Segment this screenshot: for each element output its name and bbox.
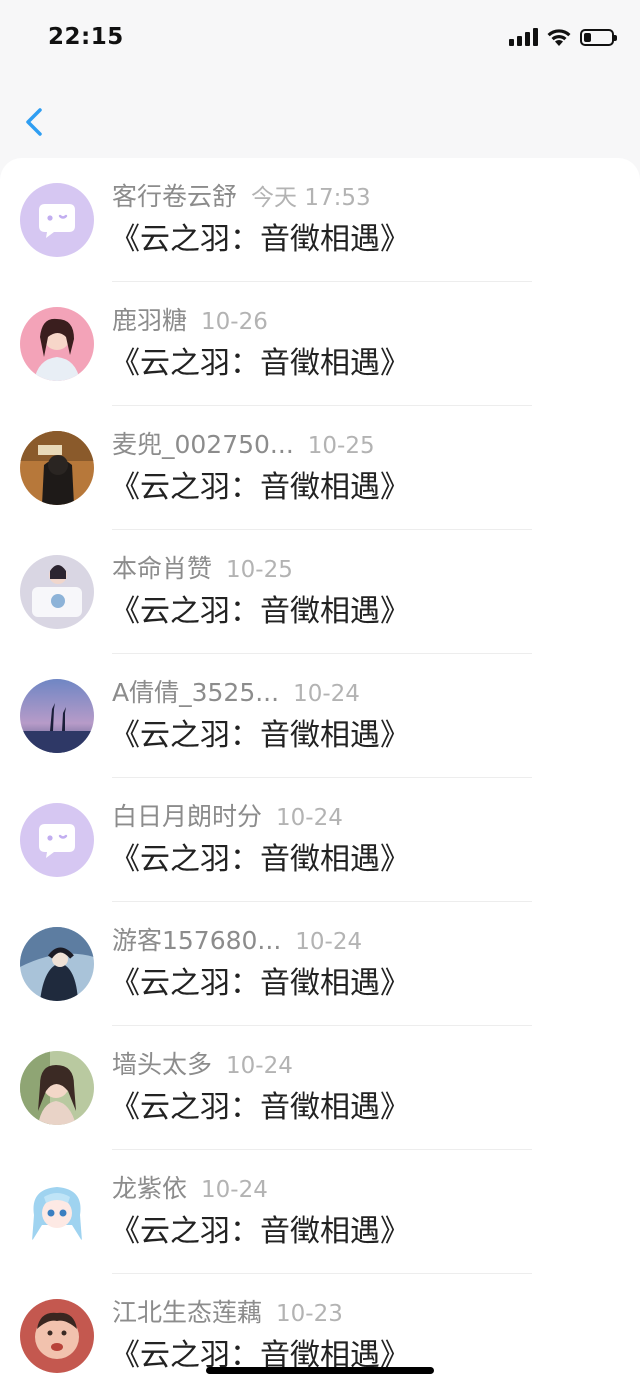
default-chat-avatar-icon — [20, 803, 94, 877]
sender-name: 客行卷云舒 — [112, 182, 238, 211]
user-photo-avatar — [20, 679, 94, 753]
back-button[interactable] — [18, 102, 54, 142]
list-item[interactable]: 游客157680... 10-24 《云之羽：音徵相遇》 — [0, 902, 640, 1026]
message-time: 10-26 — [201, 309, 268, 335]
default-chat-avatar-icon — [20, 183, 94, 257]
sender-name: 龙紫依 — [112, 1174, 188, 1203]
message-time: 10-23 — [276, 1301, 343, 1327]
message-text: 《云之羽：音徵相遇》 — [110, 470, 410, 505]
message-text: 《云之羽：音徵相遇》 — [110, 222, 410, 257]
user-photo-avatar — [20, 927, 94, 1001]
sender-name: 本命肖赞 — [112, 554, 213, 583]
message-list: 客行卷云舒 今天 17:53 《云之羽：音徵相遇》 鹿羽糖 10-26 《云之羽：音… — [0, 158, 640, 1388]
user-photo-avatar — [20, 307, 94, 381]
list-item[interactable]: 龙紫依 10-24 《云之羽：音徵相遇》 — [0, 1150, 640, 1274]
battery-icon — [580, 28, 617, 46]
message-text: 《云之羽：音徵相遇》 — [110, 1090, 410, 1125]
sender-name: 游客157680... — [112, 926, 282, 955]
message-time: 10-24 — [226, 1053, 293, 1079]
sender-name: 白日月朗时分 — [112, 802, 263, 831]
sender-name: 麦兜_002750... — [112, 430, 294, 459]
home-indicator — [206, 1367, 434, 1374]
message-time: 10-24 — [295, 929, 363, 955]
message-text: 《云之羽：音徵相遇》 — [110, 842, 410, 877]
list-item[interactable]: 白日月朗时分 10-24 《云之羽：音徵相遇》 — [0, 778, 640, 902]
message-text: 《云之羽：音徵相遇》 — [110, 594, 410, 629]
user-photo-avatar — [20, 431, 94, 505]
chevron-left-icon — [26, 108, 42, 136]
status-bar: 22:15 — [0, 0, 640, 80]
user-photo-avatar — [20, 1299, 94, 1373]
message-time: 10-24 — [276, 805, 343, 831]
user-photo-avatar — [20, 1051, 94, 1125]
signal-icon — [509, 28, 538, 46]
user-photo-avatar — [20, 555, 94, 629]
status-time: 22:15 — [48, 24, 124, 50]
status-icons — [509, 27, 617, 47]
list-item[interactable]: 墙头太多 10-24 《云之羽：音徵相遇》 — [0, 1026, 640, 1150]
sender-name: 鹿羽糖 — [112, 306, 188, 335]
message-time: 10-25 — [226, 557, 293, 583]
sender-name: 墙头太多 — [112, 1050, 213, 1079]
message-time: 10-24 — [201, 1177, 268, 1203]
message-time: 今天 17:53 — [251, 185, 371, 211]
message-text: 《云之羽：音徵相遇》 — [110, 1214, 410, 1249]
list-item[interactable]: 本命肖赞 10-25 《云之羽：音徵相遇》 — [0, 530, 640, 654]
user-photo-avatar — [20, 1175, 94, 1249]
list-item[interactable]: 麦兜_002750... 10-25 《云之羽：音徵相遇》 — [0, 406, 640, 530]
message-time: 10-25 — [307, 433, 375, 459]
list-item[interactable]: 客行卷云舒 今天 17:53 《云之羽：音徵相遇》 — [0, 158, 640, 282]
message-text: 《云之羽：音徵相遇》 — [110, 346, 410, 381]
nav-bar — [0, 80, 640, 160]
sender-name: 江北生态莲藕 — [112, 1298, 263, 1327]
message-time: 10-24 — [293, 681, 360, 707]
sender-name: A倩倩_3525... — [112, 678, 280, 707]
list-item[interactable]: A倩倩_3525... 10-24 《云之羽：音徵相遇》 — [0, 654, 640, 778]
message-text: 《云之羽：音徵相遇》 — [110, 966, 410, 1001]
wifi-icon — [547, 29, 571, 46]
list-item[interactable]: 鹿羽糖 10-26 《云之羽：音徵相遇》 — [0, 282, 640, 406]
message-text: 《云之羽：音徵相遇》 — [110, 718, 410, 753]
